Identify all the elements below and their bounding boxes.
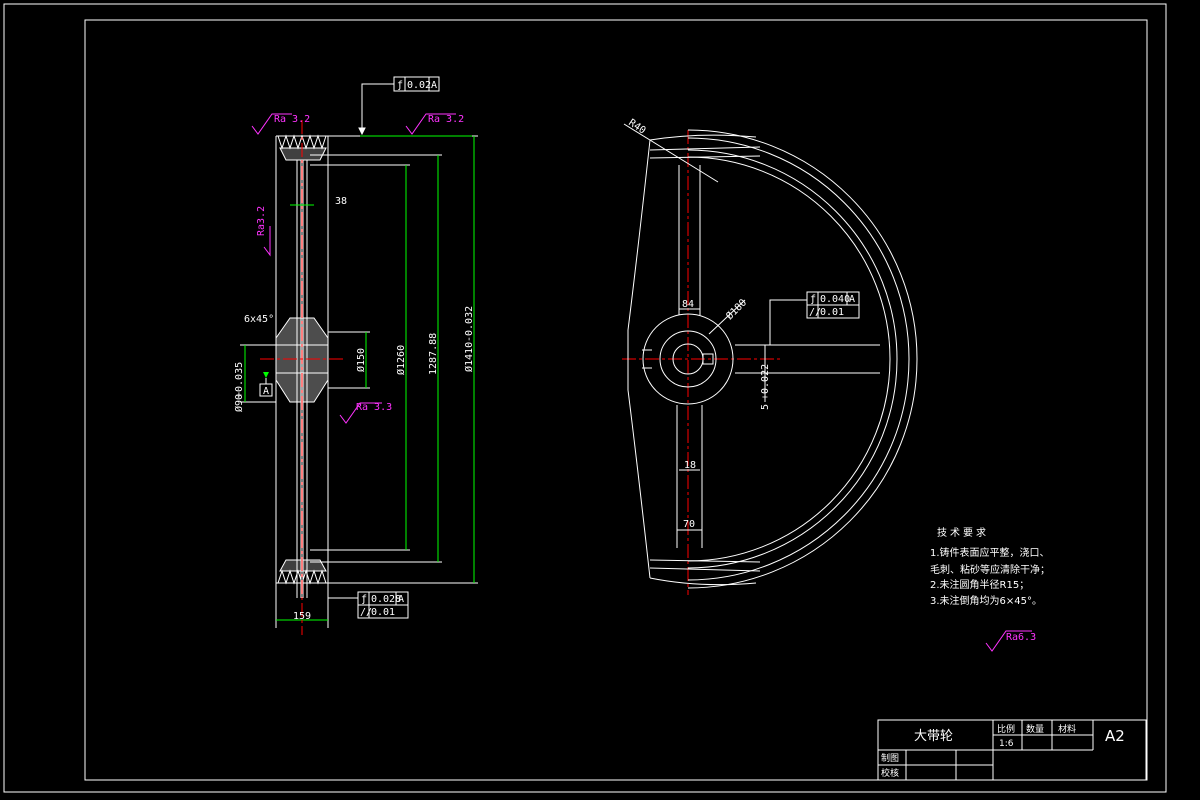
datum-a-marker: A [259,372,273,397]
dim-spoke-bottom: 70 [683,519,695,530]
roughness-top-left: Ra 3.2 [274,114,310,125]
datum-a-label: A [263,386,269,397]
dim-outer-dia: Ø1410 [463,342,475,372]
dim-spoke-top: 84 [682,299,694,310]
front-runout-datum: A [849,294,855,305]
dim-width: 159 [293,611,311,622]
top-runout-value: 0.02 [407,80,431,91]
dim-outer-tol: -0.032 [464,306,475,342]
front-runout-value: 0.040 [820,294,850,305]
front-view-dimensions [623,123,807,531]
dim-keyway-width: 18 [684,460,696,471]
dim-hub-dia: Ø150 [355,348,367,372]
dim-keyway-tol: +0.022 [760,364,771,400]
top-runout-datum: A [431,80,437,91]
side-view [240,134,478,628]
roughness-hub: Ra 3.3 [356,402,392,413]
scale-value: 1:6 [999,739,1014,749]
drawn-by-label: 制图 [881,752,899,764]
tech-requirement-line-3: 2.未注圆角半径R15； [930,578,1029,591]
scale-label: 比例 [997,723,1015,735]
tech-requirement-line-2: 毛刺、粘砂等应清除干净； [930,563,1050,576]
bottom-runout-datum: A [398,594,404,605]
front-parallel-value: 0.01 [820,307,844,318]
dim-bore-tol: +0.035 [234,362,245,398]
front-runout-symbol: ƒ [810,294,816,305]
cad-drawing: 38 6x45° 159 Ø150 Ø1260 1287.88 Ø1410 -0… [3,3,1167,793]
tech-requirement-line-1: 1.铸件表面应平整，浇口、 [930,546,1050,559]
quantity-label: 数量 [1026,723,1044,735]
bottom-runout-symbol: ƒ [361,594,367,605]
roughness-symbols [251,113,1032,652]
checked-by-label: 校核 [881,767,899,779]
top-runout-symbol: ƒ [397,80,403,91]
tech-requirements-title: 技术要求 [937,526,989,539]
tech-requirement-line-4: 3.未注倒角均为6×45°。 [930,594,1042,607]
dim-radius: R40 [626,117,647,136]
dim-chamfer: 6x45° [244,314,274,325]
sheet-size: A2 [1105,727,1125,745]
bottom-parallel-value: 0.01 [371,607,395,618]
material-label: 材料 [1058,723,1076,735]
part-name: 大带轮 [914,729,953,744]
sheet-border [3,3,1167,793]
dim-groove-width: 38 [335,196,347,207]
dim-keyway-depth: 5 [760,404,771,410]
roughness-top-right: Ra 3.2 [428,114,464,125]
bottom-runout-value: 0.028 [371,594,401,605]
dim-pitch-dia: Ø1260 [395,345,407,375]
dim-hub-outer: Ø180 [724,297,750,323]
dim-root-dia: 1287.88 [428,333,439,375]
roughness-general: Ra6.3 [1006,632,1036,643]
roughness-left: Ra3.2 [256,206,267,236]
